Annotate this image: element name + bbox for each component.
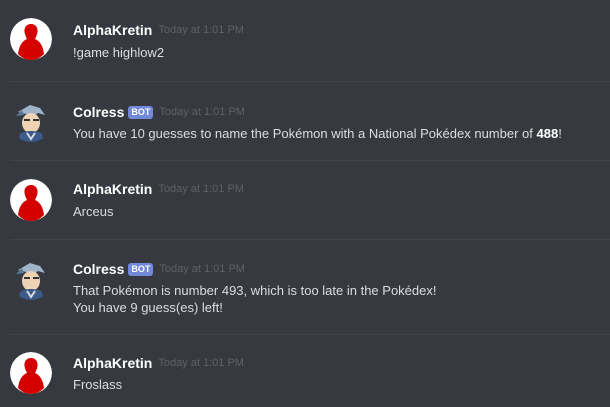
message-header: Colress BOT Today at 1:01 PM [73,259,245,279]
colress-avatar-icon[interactable] [10,100,52,142]
chat-messages: AlphaKretin Today at 1:01 PM !game highl… [0,0,610,407]
message-text: Arceus [73,204,114,219]
username[interactable]: AlphaKretin [73,355,152,371]
message-text-line: That Pokémon is number 493, which is too… [73,283,437,298]
message-content: Froslass [73,376,122,393]
message-group: AlphaKretin Today at 1:01 PM !game highl… [0,0,610,81]
message-group: Colress BOT Today at 1:01 PM You have 10… [0,82,610,160]
message-content: That Pokémon is number 493, which is too… [73,282,436,316]
message-text: Froslass [73,377,123,392]
message-group: AlphaKretin Today at 1:01 PM Froslass [0,335,610,407]
timestamp: Today at 1:01 PM [159,263,245,275]
timestamp: Today at 1:01 PM [158,183,244,195]
red-silhouette-avatar-icon[interactable] [10,179,52,221]
timestamp: Today at 1:01 PM [159,106,245,118]
message-text: You have 10 guesses to name the Pokémon … [73,126,537,141]
message-content: !game highlow2 [73,44,164,61]
bot-badge: BOT [128,105,154,119]
red-silhouette-avatar-icon[interactable] [10,352,52,394]
username[interactable]: AlphaKretin [73,181,152,197]
username[interactable]: Colress [73,104,124,120]
bot-badge: BOT [128,262,154,276]
message-header: AlphaKretin Today at 1:01 PM [73,353,244,373]
message-header: AlphaKretin Today at 1:01 PM [73,20,244,40]
red-silhouette-avatar-icon[interactable] [10,18,52,60]
message-group: AlphaKretin Today at 1:01 PM Arceus [0,161,610,239]
timestamp: Today at 1:01 PM [158,357,244,369]
message-text: !game highlow2 [73,45,165,60]
message-group: Colress BOT Today at 1:01 PM That Pokémo… [0,240,610,334]
colress-avatar-icon[interactable] [10,258,52,300]
pokedex-number: 488 [536,126,559,141]
message-content: You have 10 guesses to name the Pokémon … [73,125,562,142]
username[interactable]: Colress [73,261,124,277]
message-header: AlphaKretin Today at 1:01 PM [73,179,244,199]
timestamp: Today at 1:01 PM [158,24,244,36]
username[interactable]: AlphaKretin [73,22,152,38]
message-header: Colress BOT Today at 1:01 PM [73,102,245,122]
message-text-suffix: ! [558,126,562,141]
message-text-line: You have 9 guess(es) left! [73,300,223,315]
message-content: Arceus [73,203,113,220]
